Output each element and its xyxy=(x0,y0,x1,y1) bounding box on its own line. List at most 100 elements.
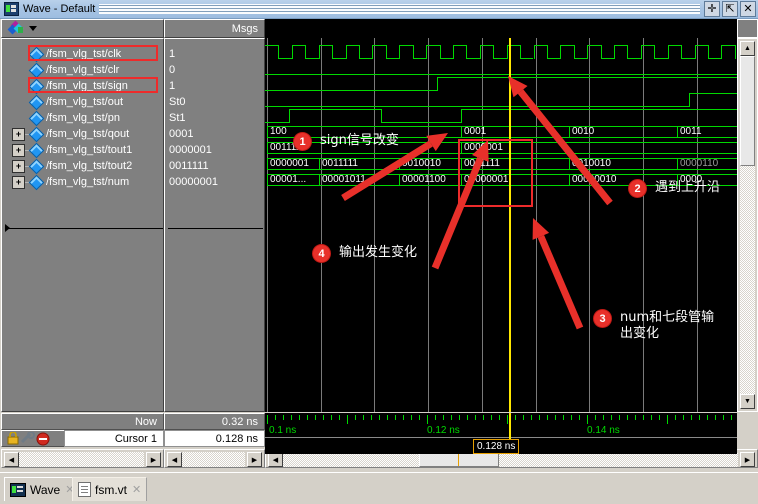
ruler-tick xyxy=(603,415,604,420)
waveform-vertical-scrollbar[interactable]: ▲ ▼ xyxy=(737,38,758,412)
annotation-badge: 2 xyxy=(629,180,646,197)
name-scroll-left-button[interactable]: ◀ xyxy=(4,452,19,467)
value-highlight-box xyxy=(458,139,533,207)
name-hscroll-track[interactable] xyxy=(19,452,144,467)
grid-line xyxy=(697,38,698,412)
signal-row-qout[interactable]: + /fsm_vlg_tst/qout xyxy=(2,126,163,142)
scroll-up-button[interactable]: ▲ xyxy=(740,41,755,56)
expand-toggle[interactable]: + xyxy=(12,143,25,157)
timeline-ruler[interactable]: 0.1 ns 0.12 ns 0.14 ns 0.128 ns xyxy=(265,413,737,454)
clock-level xyxy=(721,45,735,46)
close-button[interactable]: ✕ xyxy=(740,1,756,17)
ruler-tick xyxy=(611,415,612,420)
wave-hscroll-track[interactable] xyxy=(283,452,738,467)
wave-hscroll-thumb[interactable] xyxy=(419,452,499,467)
clock-edge xyxy=(493,45,494,59)
cursor-label-cell[interactable]: Cursor 1 xyxy=(64,430,164,447)
signal-diamond-icon xyxy=(28,94,45,110)
ruler-tick xyxy=(523,415,524,420)
cursor-time-badge[interactable]: 0.128 ns xyxy=(473,439,520,454)
value-pane-hscrollbar[interactable]: ◀ ▶ xyxy=(164,449,265,468)
ruler-tick xyxy=(363,415,364,420)
signal-name-label: /fsm_vlg_tst/clk xyxy=(46,48,122,60)
grid-line xyxy=(267,38,268,412)
clock-level xyxy=(587,45,601,46)
clock-edge xyxy=(319,45,320,59)
cursor-value-cell[interactable]: 0.128 ns xyxy=(164,430,265,447)
pn-fall xyxy=(381,109,382,123)
clock-level xyxy=(265,45,279,46)
expand-toggle[interactable]: + xyxy=(12,175,25,189)
clock-edge xyxy=(681,45,682,59)
restore-button[interactable]: ⇱ xyxy=(722,1,738,17)
signal-row-tout1[interactable]: + /fsm_vlg_tst/tout1 xyxy=(2,142,163,158)
tab-fsm-vt-close-icon[interactable]: ✕ xyxy=(132,483,141,496)
clock-level xyxy=(614,45,628,46)
cursor-lock-icons[interactable] xyxy=(6,431,60,446)
bus-value-label: 0010010 xyxy=(402,158,441,169)
annotation-text: 遇到上升沿 xyxy=(655,180,721,195)
signal-diamond-icon xyxy=(28,142,45,158)
wave-scroll-right-button[interactable]: ▶ xyxy=(740,452,755,467)
signal-diamond-icon xyxy=(28,174,45,190)
clock-edge xyxy=(346,45,347,59)
grid-line xyxy=(428,38,429,412)
signal-row-clk[interactable]: /fsm_vlg_tst/clk xyxy=(2,46,163,62)
value-scroll-left-button[interactable]: ◀ xyxy=(167,452,182,467)
signal-value-label: 1 xyxy=(169,80,176,92)
wave-scroll-left-button[interactable]: ◀ xyxy=(268,452,283,467)
ruler-tick xyxy=(651,415,652,420)
expand-toggle[interactable]: + xyxy=(12,159,25,173)
bus-value-label: 0010010 xyxy=(572,158,611,169)
bus-segment-tout2: 0000001 xyxy=(267,158,319,170)
clock-level xyxy=(640,45,655,46)
annotation-badge: 3 xyxy=(594,310,611,327)
signal-row-tout2[interactable]: + /fsm_vlg_tst/tout2 xyxy=(2,158,163,174)
signal-row-pn[interactable]: /fsm_vlg_tst/pn xyxy=(2,110,163,126)
ruler-tick xyxy=(403,415,404,420)
value-scroll-right-button[interactable]: ▶ xyxy=(247,452,262,467)
ruler-tick xyxy=(723,415,724,420)
bus-value-label: 0011111 xyxy=(322,158,358,169)
grid-line xyxy=(643,38,644,412)
ruler-tick xyxy=(635,415,636,420)
msgs-column-header[interactable]: Msgs xyxy=(164,19,265,38)
wave-cursor-line[interactable] xyxy=(509,38,511,412)
signal-row-clr[interactable]: /fsm_vlg_tst/clr xyxy=(2,62,163,78)
waveform-canvas[interactable]: 100 0001 0010 0011 0011111 0000001 0000001 0011… xyxy=(265,38,737,412)
bus-value-label: 0010 xyxy=(572,126,595,137)
value-hscroll-track[interactable] xyxy=(182,452,245,467)
scroll-down-button[interactable]: ▼ xyxy=(740,394,755,409)
clock-level xyxy=(318,45,333,46)
clock-edge xyxy=(372,45,373,59)
tab-wave[interactable]: Wave ✕ xyxy=(4,477,81,501)
chevron-down-icon[interactable] xyxy=(29,26,37,31)
vscroll-thumb[interactable] xyxy=(740,56,755,166)
signal-name-label: /fsm_vlg_tst/tout2 xyxy=(46,160,133,172)
undock-button[interactable]: ✛ xyxy=(704,1,720,17)
bus-value-label: 00001100 xyxy=(402,174,446,185)
name-pane-hscrollbar[interactable]: ◀ ▶ xyxy=(1,449,164,468)
ruler-tick xyxy=(579,415,580,420)
clock-edge xyxy=(721,45,722,59)
clock-edge xyxy=(547,45,548,59)
now-value-cell: 0.32 ns xyxy=(164,413,265,430)
ruler-tick xyxy=(643,415,644,420)
signal-diamond-icon xyxy=(28,62,45,78)
ruler-tick xyxy=(587,415,588,424)
tab-fsm-vt[interactable]: fsm.vt ✕ xyxy=(72,477,148,501)
expand-toggle[interactable]: + xyxy=(12,127,25,141)
signal-row-sign[interactable]: /fsm_vlg_tst/sign xyxy=(2,78,163,94)
clock-edge xyxy=(627,45,628,59)
waveform-pane[interactable]: 100 0001 0010 0011 0011111 0000001 0000001 0011… xyxy=(265,38,737,412)
signal-row-num[interactable]: + /fsm_vlg_tst/num xyxy=(2,174,163,190)
clock-edge xyxy=(278,45,279,59)
signal-name-pane[interactable]: /fsm_vlg_tst/clk/fsm_vlg_tst/clr/fsm_vlg… xyxy=(1,38,164,412)
document-tab-icon xyxy=(78,482,91,497)
signal-row-out[interactable]: /fsm_vlg_tst/out xyxy=(2,94,163,110)
name-scroll-right-button[interactable]: ▶ xyxy=(146,452,161,467)
ruler-tick xyxy=(499,415,500,420)
signal-value-pane[interactable]: 1 0 1 St0 St1 0001 0000001 0011111 00000001 xyxy=(164,38,265,412)
name-column-header[interactable] xyxy=(1,19,164,38)
grid-line xyxy=(536,38,537,412)
